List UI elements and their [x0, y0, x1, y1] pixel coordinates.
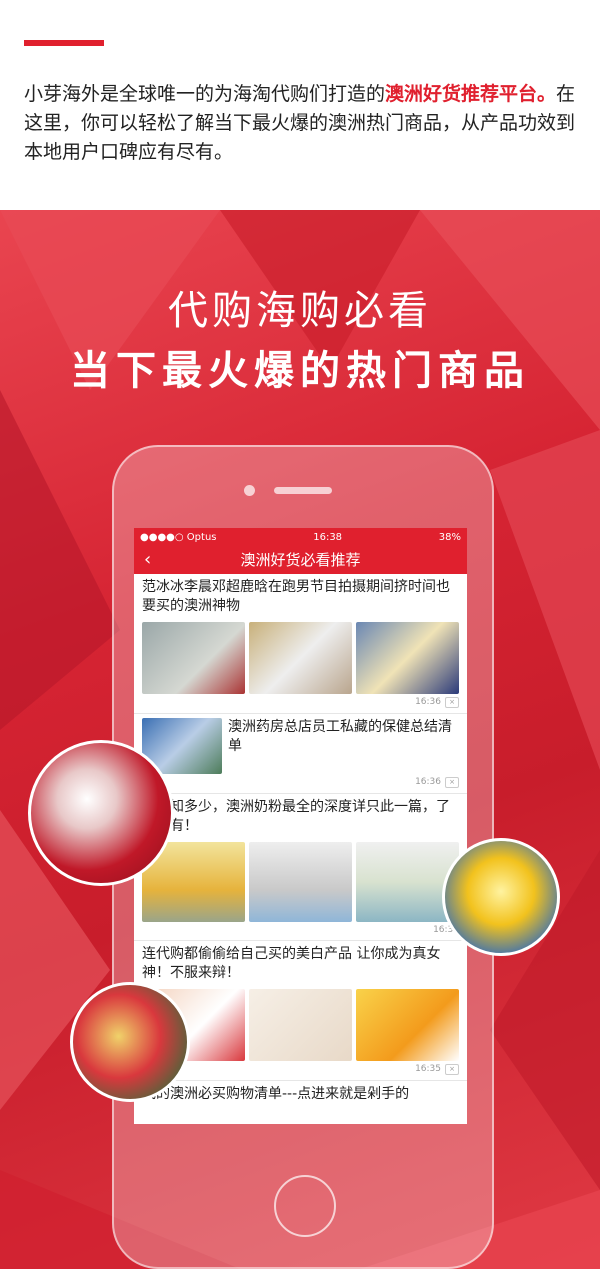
article-image-row [142, 842, 459, 922]
phone-speaker [274, 487, 332, 494]
article-meta: 16:36 × [142, 774, 459, 791]
article-item-5[interactable]: 我的澳洲必买购物清单---点进来就是剁手的 [134, 1081, 467, 1106]
intro-text-before: 小芽海外是全球唯一的为海淘代购们打造的 [24, 83, 386, 105]
article-time: 16:36 [415, 697, 441, 707]
article-image-row [142, 622, 459, 694]
headline-line1: 代购海购必看 [168, 288, 432, 334]
article-title: 连代购都偷偷给自己买的美白产品 让你成为真女神！不服来辩！ [142, 946, 441, 981]
article-time: 16:35 [415, 1064, 441, 1074]
product-photo-store [70, 982, 190, 1102]
article-time: 16:36 [415, 777, 441, 787]
article-image [356, 989, 459, 1061]
article-item-3[interactable]: 奶粉知多少，澳洲奶粉最全的深度详只此一篇，了解所有！ 16:36 [134, 794, 467, 941]
article-image [356, 622, 459, 694]
dismiss-icon[interactable]: × [445, 777, 459, 788]
article-title: 奶粉知多少，澳洲奶粉最全的深度详只此一篇，了解所有！ [142, 799, 450, 834]
article-title: 范冰冰李晨邓超鹿晗在跑男节目拍摄期间挤时间也要买的澳洲神物 [142, 579, 450, 614]
article-image [249, 989, 352, 1061]
article-title: 我的澳洲必买购物清单---点进来就是剁手的 [142, 1086, 410, 1102]
battery-level: 38% [438, 531, 461, 543]
nav-bar: ‹ 澳洲好货必看推荐 [134, 546, 467, 574]
phone-mockup: ●●●●○ Optus 16:38 38% ‹ 澳洲好货必看推荐 范冰冰李晨邓超… [112, 445, 494, 1269]
article-meta: 16:36 [142, 922, 459, 938]
status-bar: ●●●●○ Optus 16:38 38% [134, 528, 467, 546]
nav-title: 澳洲好货必看推荐 [240, 551, 361, 569]
article-image [249, 842, 352, 922]
back-icon[interactable]: ‹ [144, 546, 151, 574]
intro-paragraph: 小芽海外是全球唯一的为海淘代购们打造的澳洲好货推荐平台。在这里，你可以轻松了解当… [24, 80, 580, 167]
dismiss-icon[interactable]: × [445, 697, 459, 708]
article-meta: 16:35 × [142, 1061, 459, 1078]
promo-banner: 代购海购必看 当下最火爆的热门商品 ●●●●○ Optus 16:38 38% … [0, 210, 600, 1269]
dismiss-icon[interactable]: × [445, 1064, 459, 1075]
article-meta: 16:36 × [142, 694, 459, 711]
headline-line2: 当下最火爆的热门商品 [70, 348, 530, 394]
carrier-label: ●●●●○ Optus [140, 531, 217, 543]
article-item-1[interactable]: 范冰冰李晨邓超鹿晗在跑男节目拍摄期间挤时间也要买的澳洲神物 16:36 × [134, 574, 467, 714]
product-photo-swisse [28, 740, 174, 886]
intro-highlight: 澳洲好货推荐平台。 [385, 83, 557, 105]
article-title: 澳洲药房总店员工私藏的保健总结清单 [228, 719, 452, 754]
phone-camera [244, 485, 255, 496]
article-image [249, 622, 352, 694]
article-image-row [142, 989, 459, 1061]
product-photo-karicare [442, 838, 560, 956]
article-image [142, 622, 245, 694]
home-button [274, 1175, 336, 1237]
accent-bar [24, 40, 104, 46]
article-item-2[interactable]: 澳洲药房总店员工私藏的保健总结清单 16:36 × [134, 714, 467, 794]
status-time: 16:38 [313, 531, 343, 543]
